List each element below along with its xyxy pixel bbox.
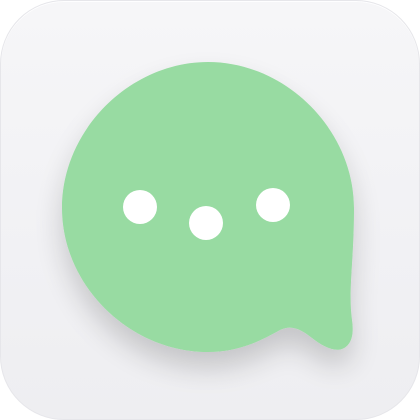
typing-dot-middle <box>189 206 223 240</box>
typing-dot-right <box>256 188 290 222</box>
chat-bubble-icon <box>62 62 354 352</box>
typing-dot-left <box>123 190 157 224</box>
app-icon-canvas <box>0 0 420 420</box>
